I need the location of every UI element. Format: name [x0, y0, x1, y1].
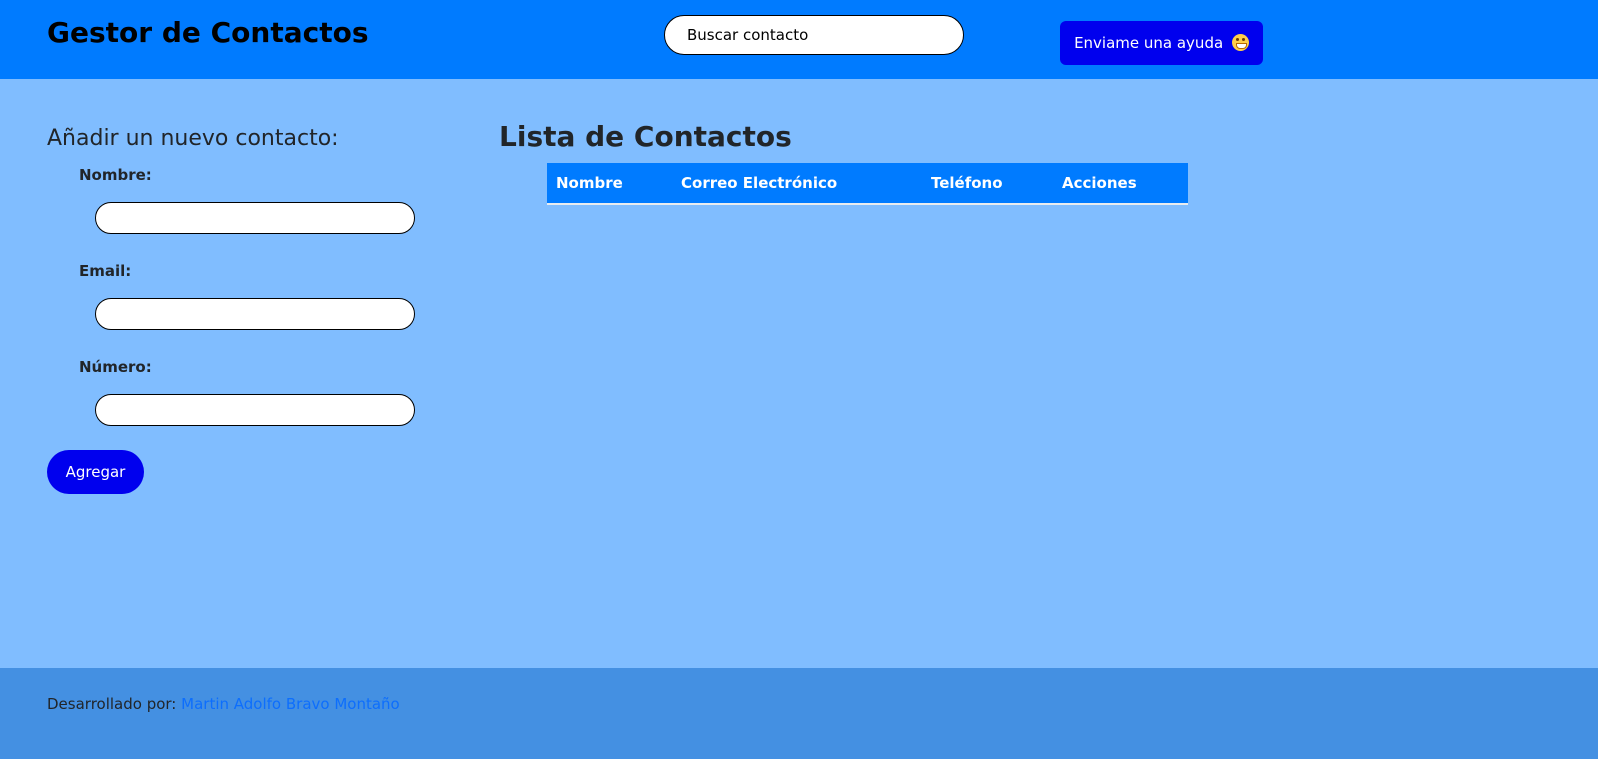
help-button-label: Enviame una ayuda	[1074, 34, 1224, 52]
number-label: Número:	[79, 358, 152, 376]
add-contact-button[interactable]: Agregar	[47, 450, 144, 494]
author-link[interactable]: Martin Adolfo Bravo Montaño	[181, 695, 400, 713]
app-header: Gestor de Contactos Enviame una ayuda	[0, 0, 1598, 79]
number-field[interactable]	[95, 394, 415, 426]
column-header-name: Nombre	[556, 174, 623, 192]
column-header-phone: Teléfono	[931, 174, 1003, 192]
footer-credit: Desarrollado por: Martin Adolfo Bravo Mo…	[47, 695, 400, 713]
app-title: Gestor de Contactos	[47, 16, 369, 49]
name-field[interactable]	[95, 202, 415, 234]
search-input[interactable]	[664, 15, 964, 55]
grinning-face-emoji-icon	[1231, 34, 1249, 51]
page-footer: Desarrollado por: Martin Adolfo Bravo Mo…	[0, 668, 1598, 759]
email-label: Email:	[79, 262, 132, 280]
name-label: Nombre:	[79, 166, 152, 184]
add-contact-title: Añadir un nuevo contacto:	[47, 126, 339, 151]
contacts-table: Nombre Correo Electrónico Teléfono Accio…	[547, 163, 1188, 205]
column-header-email: Correo Electrónico	[681, 174, 838, 192]
footer-prefix: Desarrollado por:	[47, 695, 177, 713]
help-button[interactable]: Enviame una ayuda	[1060, 21, 1263, 65]
column-header-actions: Acciones	[1062, 174, 1137, 192]
email-field[interactable]	[95, 298, 415, 330]
contact-list-title: Lista de Contactos	[499, 120, 792, 153]
table-header-row: Nombre Correo Electrónico Teléfono Accio…	[547, 163, 1188, 204]
